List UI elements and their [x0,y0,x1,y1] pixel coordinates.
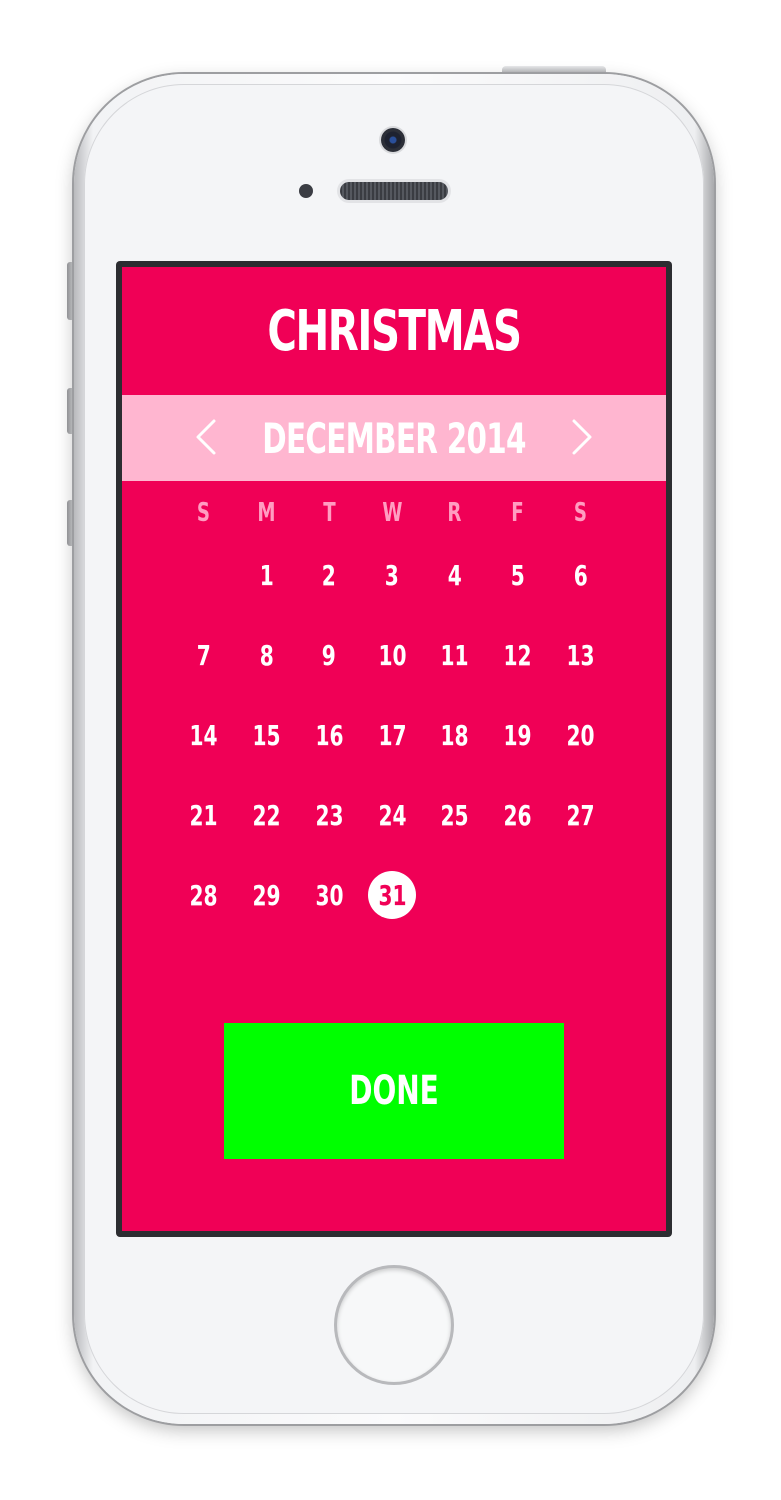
calendar-day-selected[interactable]: 31 [361,855,424,935]
month-navigation-bar: DECEMBER 2014 [122,395,666,481]
calendar-day-number: 3 [384,558,400,592]
calendar-day-number: 25 [440,798,469,832]
weekday-label: F [511,498,524,528]
calendar-day-number: 24 [377,798,407,832]
weekday-label: S [574,498,588,528]
calendar-day[interactable]: 10 [361,615,424,695]
calendar-day-number: 14 [189,718,218,752]
weekday-label: W [381,498,403,528]
weekday-label: S [196,498,210,528]
calendar-day-number: 23 [315,798,344,832]
weekday-label: T [322,498,336,528]
calendar-day-number: 8 [259,638,274,672]
next-month-button[interactable] [560,417,600,457]
calendar-day[interactable]: 12 [486,615,549,695]
calendar-day[interactable]: 9 [298,615,361,695]
previous-month-button[interactable] [188,417,228,457]
calendar-day-number: 12 [503,638,532,672]
empty-day-cell [172,535,235,615]
calendar-day[interactable]: 18 [423,695,486,775]
calendar-day[interactable]: 11 [423,615,486,695]
chevron-right-icon [572,419,592,455]
calendar-day-number: 2 [322,558,337,592]
calendar-day[interactable]: 28 [172,855,235,935]
calendar-day-number: 9 [322,638,337,672]
calendar-day[interactable]: 3 [361,535,424,615]
proximity-sensor [299,184,313,198]
calendar-day[interactable]: 16 [298,695,361,775]
done-button-label: DONE [349,1068,439,1114]
calendar-day-number: 13 [566,638,595,672]
calendar-day-number: 10 [377,638,407,672]
done-button[interactable]: DONE [224,1023,564,1159]
calendar-day-number: 18 [440,718,469,752]
earpiece-speaker [340,182,448,200]
calendar-day-number: 22 [252,798,281,832]
calendar-day-number: 5 [510,558,525,592]
calendar-day-number: 7 [196,638,211,672]
month-label: DECEMBER 2014 [262,413,526,463]
calendar-day-grid: 1 2 3 4 5 6 7 8 9 10 11 12 13 14 15 16 17 18 19 20 21 22 23 24 2… [172,535,612,935]
calendar-day-number: 15 [252,718,281,752]
calendar-day-number: 17 [377,718,407,752]
calendar-day-number: 29 [252,878,281,912]
calendar-day[interactable]: 29 [235,855,298,935]
calendar-day[interactable]: 22 [235,775,298,855]
calendar-day[interactable]: 30 [298,855,361,935]
calendar-day[interactable]: 25 [423,775,486,855]
calendar-day-number: 16 [315,718,344,752]
calendar-day-number: 6 [573,558,588,592]
weekday-header-row: SMTWRFS [172,493,612,533]
calendar-day-number: 20 [566,718,595,752]
calendar-day-number: 21 [189,798,218,832]
calendar-day[interactable]: 8 [235,615,298,695]
calendar-day-number: 30 [315,878,344,912]
calendar-day[interactable]: 21 [172,775,235,855]
selected-day-highlight: 31 [367,871,416,919]
calendar-day[interactable]: 24 [361,775,424,855]
calendar-day-number: 4 [447,558,462,592]
calendar-day[interactable]: 1 [235,535,298,615]
date-picker-app: CHRISTMAS DECEMBER 2014 SMTWRFS 12345678… [122,267,666,1231]
calendar-day[interactable]: 7 [172,615,235,695]
weekday-label: M [257,498,276,528]
device-stage: CHRISTMAS DECEMBER 2014 SMTWRFS 12345678… [0,0,781,1500]
calendar-day[interactable]: 14 [172,695,235,775]
page-title: CHRISTMAS [267,298,522,364]
phone-screen: CHRISTMAS DECEMBER 2014 SMTWRFS 12345678… [116,261,672,1237]
home-button[interactable] [337,1268,451,1382]
calendar-day[interactable]: 13 [549,615,612,695]
calendar-day[interactable]: 5 [486,535,549,615]
calendar-day[interactable]: 27 [549,775,612,855]
calendar-day-number: 26 [503,798,532,832]
calendar-day[interactable]: 26 [486,775,549,855]
calendar-day[interactable]: 23 [298,775,361,855]
calendar-day[interactable]: 6 [549,535,612,615]
calendar-day-number: 1 [259,558,274,592]
calendar-day[interactable]: 15 [235,695,298,775]
calendar-day-number: 11 [440,638,469,672]
calendar-day[interactable]: 20 [549,695,612,775]
calendar-day-number: 31 [377,878,407,912]
camera-icon [381,128,405,152]
chevron-left-icon [196,419,216,455]
calendar-day[interactable]: 2 [298,535,361,615]
calendar-day[interactable]: 4 [423,535,486,615]
calendar-day[interactable]: 17 [361,695,424,775]
calendar-day[interactable]: 19 [486,695,549,775]
calendar-day-number: 27 [566,798,595,832]
calendar-day-number: 28 [189,878,218,912]
weekday-label: R [447,498,462,528]
calendar-day-number: 19 [503,718,532,752]
